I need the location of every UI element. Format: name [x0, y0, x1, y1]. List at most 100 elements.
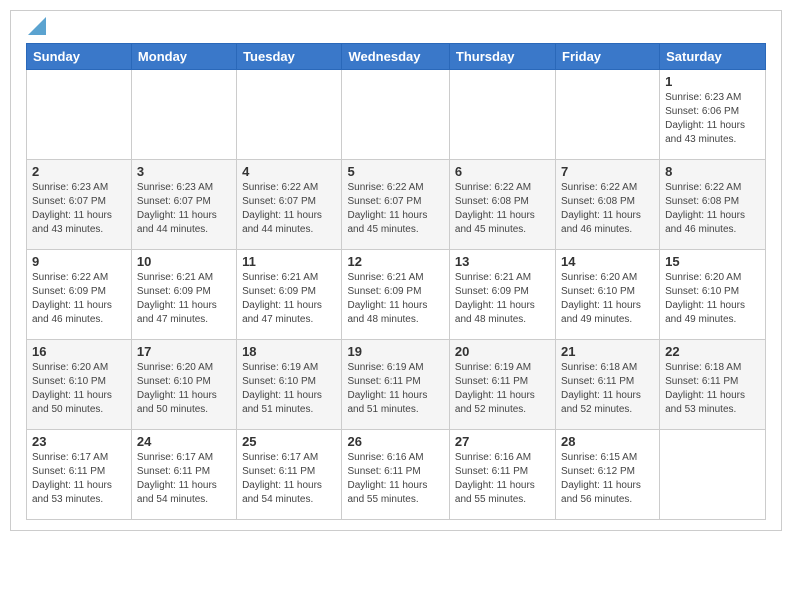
day-number: 28 [561, 434, 654, 449]
calendar-cell: 24 Sunrise: 6:17 AM Sunset: 6:11 PM Dayli… [131, 430, 236, 520]
calendar-cell: 16 Sunrise: 6:20 AM Sunset: 6:10 PM Dayli… [27, 340, 132, 430]
day-info: Sunrise: 6:18 AM Sunset: 6:11 PM Dayligh… [561, 361, 654, 417]
day-number: 12 [347, 254, 443, 269]
day-info: Sunrise: 6:21 AM Sunset: 6:09 PM Dayligh… [242, 271, 336, 327]
calendar-cell [660, 430, 766, 520]
calendar-cell [556, 70, 660, 160]
calendar-cell: 13 Sunrise: 6:21 AM Sunset: 6:09 PM Dayli… [449, 250, 555, 340]
day-number: 13 [455, 254, 550, 269]
calendar-cell: 11 Sunrise: 6:21 AM Sunset: 6:09 PM Dayli… [237, 250, 342, 340]
calendar-cell: 3 Sunrise: 6:23 AM Sunset: 6:07 PM Daylig… [131, 160, 236, 250]
weekday-header-tuesday: Tuesday [237, 44, 342, 70]
day-info: Sunrise: 6:23 AM Sunset: 6:07 PM Dayligh… [32, 181, 126, 237]
day-number: 7 [561, 164, 654, 179]
day-info: Sunrise: 6:18 AM Sunset: 6:11 PM Dayligh… [665, 361, 760, 417]
week-row-1: 2 Sunrise: 6:23 AM Sunset: 6:07 PM Daylig… [27, 160, 766, 250]
calendar-cell: 18 Sunrise: 6:19 AM Sunset: 6:10 PM Dayli… [237, 340, 342, 430]
day-number: 15 [665, 254, 760, 269]
calendar-cell: 27 Sunrise: 6:16 AM Sunset: 6:11 PM Dayli… [449, 430, 555, 520]
day-info: Sunrise: 6:20 AM Sunset: 6:10 PM Dayligh… [32, 361, 126, 417]
day-info: Sunrise: 6:19 AM Sunset: 6:10 PM Dayligh… [242, 361, 336, 417]
day-number: 27 [455, 434, 550, 449]
day-info: Sunrise: 6:22 AM Sunset: 6:08 PM Dayligh… [455, 181, 550, 237]
calendar-cell: 5 Sunrise: 6:22 AM Sunset: 6:07 PM Daylig… [342, 160, 449, 250]
day-number: 16 [32, 344, 126, 359]
day-number: 17 [137, 344, 231, 359]
day-number: 14 [561, 254, 654, 269]
day-info: Sunrise: 6:20 AM Sunset: 6:10 PM Dayligh… [137, 361, 231, 417]
day-info: Sunrise: 6:22 AM Sunset: 6:08 PM Dayligh… [665, 181, 760, 237]
day-info: Sunrise: 6:17 AM Sunset: 6:11 PM Dayligh… [242, 451, 336, 507]
calendar-cell: 20 Sunrise: 6:19 AM Sunset: 6:11 PM Dayli… [449, 340, 555, 430]
day-number: 23 [32, 434, 126, 449]
day-number: 22 [665, 344, 760, 359]
calendar-cell: 14Sunrise: 6:20 AM Sunset: 6:10 PM Dayli… [556, 250, 660, 340]
day-info: Sunrise: 6:16 AM Sunset: 6:11 PM Dayligh… [455, 451, 550, 507]
calendar-cell: 26 Sunrise: 6:16 AM Sunset: 6:11 PM Dayli… [342, 430, 449, 520]
calendar-cell: 21 Sunrise: 6:18 AM Sunset: 6:11 PM Dayli… [556, 340, 660, 430]
day-info: Sunrise: 6:21 AM Sunset: 6:09 PM Dayligh… [455, 271, 550, 327]
day-info: Sunrise: 6:21 AM Sunset: 6:09 PM Dayligh… [347, 271, 443, 327]
calendar-cell: 22 Sunrise: 6:18 AM Sunset: 6:11 PM Dayli… [660, 340, 766, 430]
week-row-2: 9Sunrise: 6:22 AM Sunset: 6:09 PM Daylig… [27, 250, 766, 340]
logo-icon [28, 17, 46, 35]
weekday-header-sunday: Sunday [27, 44, 132, 70]
day-number: 10 [137, 254, 231, 269]
weekday-header-friday: Friday [556, 44, 660, 70]
day-number: 2 [32, 164, 126, 179]
weekday-header-row: SundayMondayTuesdayWednesdayThursdayFrid… [27, 44, 766, 70]
calendar-cell: 6 Sunrise: 6:22 AM Sunset: 6:08 PM Daylig… [449, 160, 555, 250]
day-info: Sunrise: 6:19 AM Sunset: 6:11 PM Dayligh… [347, 361, 443, 417]
day-number: 26 [347, 434, 443, 449]
day-info: Sunrise: 6:20 AM Sunset: 6:10 PM Dayligh… [665, 271, 760, 327]
day-number: 25 [242, 434, 336, 449]
day-number: 6 [455, 164, 550, 179]
weekday-header-wednesday: Wednesday [342, 44, 449, 70]
day-info: Sunrise: 6:21 AM Sunset: 6:09 PM Dayligh… [137, 271, 231, 327]
calendar-cell: 12 Sunrise: 6:21 AM Sunset: 6:09 PM Dayli… [342, 250, 449, 340]
day-number: 21 [561, 344, 654, 359]
day-number: 20 [455, 344, 550, 359]
day-info: Sunrise: 6:16 AM Sunset: 6:11 PM Dayligh… [347, 451, 443, 507]
calendar-cell: 17 Sunrise: 6:20 AM Sunset: 6:10 PM Dayli… [131, 340, 236, 430]
calendar-cell: 4 Sunrise: 6:22 AM Sunset: 6:07 PM Daylig… [237, 160, 342, 250]
day-number: 9 [32, 254, 126, 269]
day-info: Sunrise: 6:15 AM Sunset: 6:12 PM Dayligh… [561, 451, 654, 507]
weekday-header-saturday: Saturday [660, 44, 766, 70]
calendar-cell: 23 Sunrise: 6:17 AM Sunset: 6:11 PM Dayli… [27, 430, 132, 520]
logo [26, 21, 46, 35]
day-info: Sunrise: 6:23 AM Sunset: 6:07 PM Dayligh… [137, 181, 231, 237]
day-number: 3 [137, 164, 231, 179]
weekday-header-monday: Monday [131, 44, 236, 70]
calendar-cell [131, 70, 236, 160]
calendar-cell: 10 Sunrise: 6:21 AM Sunset: 6:09 PM Dayli… [131, 250, 236, 340]
day-info: Sunrise: 6:17 AM Sunset: 6:11 PM Dayligh… [137, 451, 231, 507]
day-number: 11 [242, 254, 336, 269]
calendar-cell [237, 70, 342, 160]
day-number: 1 [665, 74, 760, 89]
calendar-cell: 15 Sunrise: 6:20 AM Sunset: 6:10 PM Dayli… [660, 250, 766, 340]
day-info: Sunrise: 6:22 AM Sunset: 6:07 PM Dayligh… [347, 181, 443, 237]
week-row-4: 23 Sunrise: 6:17 AM Sunset: 6:11 PM Dayli… [27, 430, 766, 520]
week-row-0: 1 Sunrise: 6:23 AM Sunset: 6:06 PM Daylig… [27, 70, 766, 160]
calendar-cell: 7 Sunrise: 6:22 AM Sunset: 6:08 PM Daylig… [556, 160, 660, 250]
day-number: 5 [347, 164, 443, 179]
week-row-3: 16 Sunrise: 6:20 AM Sunset: 6:10 PM Dayli… [27, 340, 766, 430]
day-info: Sunrise: 6:17 AM Sunset: 6:11 PM Dayligh… [32, 451, 126, 507]
calendar-cell [449, 70, 555, 160]
day-number: 8 [665, 164, 760, 179]
calendar-cell: 2 Sunrise: 6:23 AM Sunset: 6:07 PM Daylig… [27, 160, 132, 250]
calendar-cell: 8 Sunrise: 6:22 AM Sunset: 6:08 PM Daylig… [660, 160, 766, 250]
day-info: Sunrise: 6:23 AM Sunset: 6:06 PM Dayligh… [665, 91, 760, 147]
weekday-header-thursday: Thursday [449, 44, 555, 70]
day-number: 18 [242, 344, 336, 359]
day-info: Sunrise: 6:22 AM Sunset: 6:07 PM Dayligh… [242, 181, 336, 237]
calendar-cell: 1 Sunrise: 6:23 AM Sunset: 6:06 PM Daylig… [660, 70, 766, 160]
calendar-cell: 9Sunrise: 6:22 AM Sunset: 6:09 PM Daylig… [27, 250, 132, 340]
day-info: Sunrise: 6:19 AM Sunset: 6:11 PM Dayligh… [455, 361, 550, 417]
day-number: 4 [242, 164, 336, 179]
day-number: 19 [347, 344, 443, 359]
day-number: 24 [137, 434, 231, 449]
day-info: Sunrise: 6:22 AM Sunset: 6:08 PM Dayligh… [561, 181, 654, 237]
calendar-cell [27, 70, 132, 160]
